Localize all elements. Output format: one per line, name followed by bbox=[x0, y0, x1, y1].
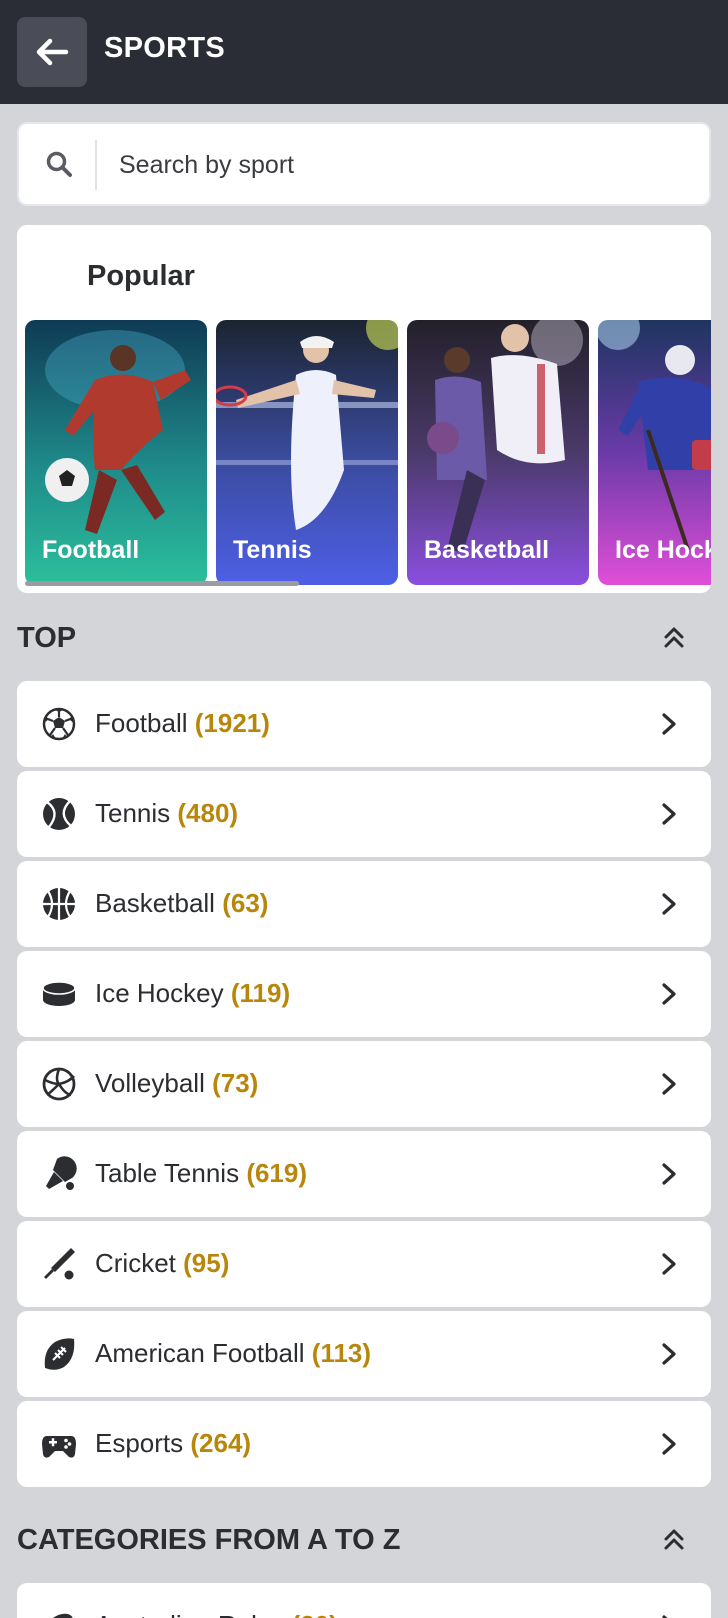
sport-event-count: (113) bbox=[311, 1338, 372, 1368]
sport-row-cricket[interactable]: Cricket (95) bbox=[17, 1221, 711, 1307]
sport-row-table-tennis[interactable]: Table Tennis (619) bbox=[17, 1131, 711, 1217]
sport-name: Australian Rules bbox=[95, 1610, 284, 1618]
basketball-icon bbox=[41, 886, 77, 922]
popular-card-football[interactable]: Football bbox=[25, 320, 207, 585]
carousel-scrollbar[interactable] bbox=[25, 581, 711, 586]
arrow-left-icon bbox=[36, 38, 69, 66]
american-football-icon bbox=[41, 1336, 77, 1372]
sport-event-count: (480) bbox=[177, 798, 239, 828]
sport-event-count: (119) bbox=[230, 978, 291, 1008]
popular-title: Popular bbox=[87, 260, 195, 292]
sport-name: Esports bbox=[95, 1428, 184, 1458]
volleyball-icon bbox=[41, 1066, 77, 1102]
carousel-scroll-thumb[interactable] bbox=[25, 581, 299, 586]
sport-event-count: (95) bbox=[183, 1248, 230, 1278]
sport-event-count: (619) bbox=[246, 1158, 308, 1188]
back-button[interactable] bbox=[17, 17, 87, 87]
sport-row-basketball[interactable]: Basketball (63) bbox=[17, 861, 711, 947]
gamepad-icon bbox=[41, 1426, 77, 1462]
sport-event-count: (73) bbox=[212, 1068, 259, 1098]
table-tennis-paddle-icon bbox=[41, 1156, 77, 1192]
chevron-right-icon bbox=[655, 890, 683, 918]
top-bar: SPORTS bbox=[0, 0, 728, 104]
top-section-title: TOP bbox=[17, 622, 77, 654]
collapse-top-button[interactable] bbox=[657, 620, 691, 654]
page-title: SPORTS bbox=[104, 32, 226, 64]
sport-event-count: (264) bbox=[190, 1428, 252, 1458]
sport-row-australian-rules[interactable]: Australian Rules (20) bbox=[17, 1583, 711, 1618]
chevron-right-icon bbox=[655, 1070, 683, 1098]
sport-row-esports[interactable]: Esports (264) bbox=[17, 1401, 711, 1487]
categories-section-header: CATEGORIES FROM A TO Z bbox=[17, 1520, 711, 1560]
sport-row-label: Tennis (480) bbox=[95, 798, 238, 829]
chevron-right-icon bbox=[655, 800, 683, 828]
collapse-categories-button[interactable] bbox=[657, 1522, 691, 1556]
sport-name: Tennis bbox=[95, 798, 171, 828]
australian-rules-ball-icon bbox=[41, 1608, 77, 1618]
sport-row-label: Cricket (95) bbox=[95, 1248, 229, 1279]
sport-row-label: Table Tennis (619) bbox=[95, 1158, 307, 1189]
sport-name: Volleyball bbox=[95, 1068, 205, 1098]
sport-row-tennis[interactable]: Tennis (480) bbox=[17, 771, 711, 857]
sport-row-label: Basketball (63) bbox=[95, 888, 268, 919]
sport-name: Football bbox=[95, 708, 188, 738]
popular-card-label: Football bbox=[42, 536, 140, 564]
top-section-header: TOP bbox=[17, 618, 711, 658]
popular-card-ice-hockey[interactable]: Ice Hockey bbox=[598, 320, 711, 585]
chevron-right-icon bbox=[655, 1160, 683, 1188]
sport-name: Table Tennis bbox=[95, 1158, 240, 1188]
sport-row-label: Ice Hockey (119) bbox=[95, 978, 290, 1009]
sport-row-american-football[interactable]: American Football (113) bbox=[17, 1311, 711, 1397]
popular-section: Popular Football Tennis Basketball Ice H… bbox=[17, 225, 711, 593]
sport-row-label: Football (1921) bbox=[95, 708, 270, 739]
sport-row-ice-hockey[interactable]: Ice Hockey (119) bbox=[17, 951, 711, 1037]
sport-row-football[interactable]: Football (1921) bbox=[17, 681, 711, 767]
chevron-right-icon bbox=[655, 1430, 683, 1458]
double-chevron-up-icon bbox=[664, 627, 684, 648]
sport-row-label: Esports (264) bbox=[95, 1428, 251, 1459]
chevron-right-icon bbox=[655, 1340, 683, 1368]
chevron-right-icon bbox=[655, 1612, 683, 1618]
sport-event-count: (1921) bbox=[194, 708, 270, 738]
search-divider bbox=[95, 140, 97, 190]
sport-name: Cricket bbox=[95, 1248, 176, 1278]
chevron-right-icon bbox=[655, 980, 683, 1008]
sport-name: Ice Hockey bbox=[95, 978, 224, 1008]
search-bar bbox=[17, 122, 711, 206]
search-input[interactable] bbox=[119, 144, 679, 186]
double-chevron-up-icon bbox=[664, 1529, 684, 1550]
hockey-puck-icon bbox=[41, 976, 77, 1012]
popular-card-basketball[interactable]: Basketball bbox=[407, 320, 589, 585]
popular-card-label: Tennis bbox=[233, 536, 312, 564]
tennis-ball-icon bbox=[41, 796, 77, 832]
sport-event-count: (63) bbox=[222, 888, 269, 918]
popular-card-label: Ice Hockey bbox=[615, 536, 711, 564]
categories-section-title: CATEGORIES FROM A TO Z bbox=[17, 1524, 401, 1556]
sport-row-label: Volleyball (73) bbox=[95, 1068, 258, 1099]
search-icon bbox=[41, 146, 77, 182]
sport-row-label: American Football (113) bbox=[95, 1338, 371, 1369]
sport-row-volleyball[interactable]: Volleyball (73) bbox=[17, 1041, 711, 1127]
sport-event-count: (20) bbox=[292, 1610, 338, 1618]
popular-card-tennis[interactable]: Tennis bbox=[216, 320, 398, 585]
cricket-bat-icon bbox=[41, 1246, 77, 1282]
sport-name: Basketball bbox=[95, 888, 215, 918]
popular-carousel[interactable]: Football Tennis Basketball Ice Hock bbox=[25, 320, 711, 585]
chevron-right-icon bbox=[655, 710, 683, 738]
soccer-ball-icon bbox=[41, 706, 77, 742]
chevron-right-icon bbox=[655, 1250, 683, 1278]
sport-name: American Football bbox=[95, 1338, 305, 1368]
sport-row-label: Australian Rules (20) bbox=[95, 1610, 338, 1618]
popular-card-label: Basketball bbox=[424, 536, 550, 564]
